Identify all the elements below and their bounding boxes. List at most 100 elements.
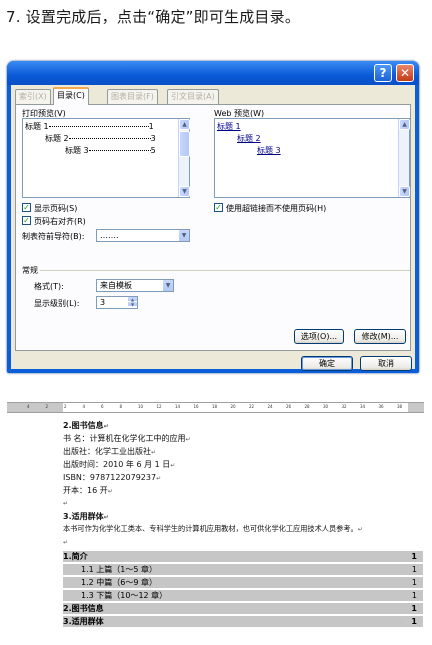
ruler-tick: 10 [138,404,144,409]
toc-panel: 打印预览(V) 标题 11 标题 23 标题 35 ▲ ▼ Web 预览(W) [15,104,411,351]
dialog-body: 索引(X) 目录(C) 图表目录(F) 引文目录(A) 打印预览(V) 标题 1… [11,85,415,371]
watermark-logo: ⊕ [403,618,412,629]
toc-entry[interactable]: 1.2 中篇（6～9 章） 1 [63,577,423,588]
toc-entry[interactable]: 3.适用群体 1 [63,616,423,627]
ruler-tick: 20 [230,404,236,409]
format-label: 格式(T): [34,282,64,291]
scroll-down-icon[interactable]: ▼ [179,186,190,197]
tab-figure-toc[interactable]: 图表目录(F) [107,89,158,104]
ruler-tick: 14 [175,404,181,409]
use-hyperlinks-label: 使用超链接而不使用页码(H) [226,204,327,213]
web-preview-scrollbar[interactable]: ▲ ▼ [398,119,410,197]
print-preview-box[interactable]: 标题 11 标题 23 标题 35 ▲ ▼ [22,118,190,198]
toc-entry-page: 1 [411,604,417,613]
ruler-tick: 8 [119,404,123,409]
toc-entry-page: 1 [411,565,417,574]
tab-leader-value: ……. [100,231,119,240]
dialog-titlebar: ? ✕ [7,61,419,85]
ruler-tick: 4 [82,404,86,409]
print-preview-scrollbar[interactable]: ▲ ▼ [178,119,190,197]
audience-text: 本书可作为化学化工类本、专科学生的计算机应用教材，也可供化学化工应用技术人员参考… [63,524,363,533]
web-heading-1[interactable]: 标题 1 [217,121,241,132]
ruler-tick: 32 [341,404,347,409]
preview-heading-2: 标题 23 [45,134,156,143]
toc-entry[interactable]: 1.简介 1 [63,551,423,562]
toc-entry-page: 1 [411,617,417,626]
format-select[interactable]: 来自模板 ▼ [96,279,174,292]
toc-entry[interactable]: 2.图书信息 1 [63,603,423,614]
cancel-button[interactable]: 取消 [360,356,412,371]
scroll-up-icon[interactable]: ▲ [399,119,410,130]
tab-toc[interactable]: 目录(C) [53,87,89,105]
toc-dialog: ? ✕ 索引(X) 目录(C) 图表目录(F) 引文目录(A) 打印预览(V) … [7,61,419,373]
tab-leader-label: 制表符前导符(B): [22,232,85,241]
ruler-tick: 38 [397,404,403,409]
right-align-checkbox[interactable]: ✓ [22,216,31,225]
book-info-heading: 2.图书信息↵ [63,421,109,430]
toc-entry[interactable]: 1.1 上篇（1～5 章） 1 [63,564,423,575]
book-title-line: 书 名：计算机在化学化工中的应用↵ [63,434,191,443]
empty-line: ↵ [63,500,69,507]
tab-index[interactable]: 索引(X) [15,89,51,104]
levels-value: 3 [100,298,106,307]
ruler-tick: 6 [101,404,104,409]
toc-entry-page: 1 [411,552,417,561]
tab-leader-select[interactable]: ……. ▼ [96,229,190,242]
use-hyperlinks-checkbox[interactable]: ✓ [214,203,223,212]
ruler-tick: 30 [323,404,329,409]
empty-line: ↵ [63,539,69,546]
levels-spinner[interactable]: 3 ▲ ▼ [96,296,138,309]
chevron-down-icon[interactable]: ▼ [162,280,173,291]
web-preview-box[interactable]: 标题 1 标题 2 标题 3 ▲ ▼ [214,118,410,198]
ruler-tick: 22 [249,404,255,409]
scroll-up-icon[interactable]: ▲ [179,119,190,130]
ok-button[interactable]: 确定 [301,356,353,371]
ruler-tick: 2 [64,404,67,409]
horizontal-ruler[interactable]: 4 2 2 4 6 8 10 12 14 16 18 20 22 24 26 28 30 32 34 36 38 [7,402,424,413]
general-group-title: 常规 [22,266,38,275]
audience-heading: 3.适用群体↵ [63,512,109,521]
toc-entry-text: 3.适用群体 [63,617,104,626]
help-icon[interactable]: ? [374,64,392,82]
toc-entry-text: 1.3 下篇（10～12 章） [81,591,168,600]
pub-date-line: 出版时间：2010 年 6 月 1 日↵ [63,460,176,469]
options-button[interactable]: 选项(O)... [294,329,344,344]
scroll-down-icon[interactable]: ▼ [399,186,410,197]
tab-citation-toc[interactable]: 引文目录(A) [167,89,219,104]
general-group-divider [40,270,410,271]
spinner-arrows-icon[interactable]: ▲ ▼ [128,297,137,308]
ruler-tick: 2 [45,404,49,409]
ruler-tick: 12 [156,404,162,409]
toc-entry-text: 2.图书信息 [63,604,104,613]
show-page-numbers-label: 显示页码(S) [34,204,78,213]
modify-button[interactable]: 修改(M)... [354,329,406,344]
ruler-tick: 24 [267,404,273,409]
chevron-down-icon[interactable]: ▼ [178,230,189,241]
document-view: 4 2 2 4 6 8 10 12 14 16 18 20 22 24 26 28 30 32 34 36 38 2.图… [7,395,424,635]
scroll-thumb[interactable] [179,131,190,157]
format-value: 来自模板 [100,281,132,290]
right-align-label: 页码右对齐(R) [34,217,86,226]
toc-entry-text: 1.1 上篇（1～5 章） [81,565,157,574]
ruler-tick: 28 [304,404,310,409]
toc-entry-page: 1 [411,578,417,587]
isbn-line: ISBN：9787122079237↵ [63,473,162,482]
toc-entry[interactable]: 1.3 下篇（10～12 章） 1 [63,590,423,601]
web-heading-2[interactable]: 标题 2 [237,133,261,144]
ruler-tick: 36 [378,404,384,409]
toc-entry-text: 1.简介 [63,552,88,561]
ruler-tick: 26 [286,404,292,409]
preview-heading-3: 标题 35 [65,146,156,155]
levels-label: 显示级别(L): [34,299,80,308]
format-line: 开本：16 开↵ [63,486,113,495]
ruler-tick: 34 [360,404,366,409]
ruler-tick: 18 [212,404,218,409]
web-heading-3[interactable]: 标题 3 [257,145,281,156]
ruler-tick: 16 [193,404,199,409]
step-title: 7. 设置完成后，点击“确定”即可生成目录。 [6,8,301,26]
ruler-tick: 4 [27,404,30,409]
show-page-numbers-checkbox[interactable]: ✓ [22,203,31,212]
close-icon[interactable]: ✕ [396,64,414,82]
preview-heading-1: 标题 11 [25,122,154,131]
toc-entry-text: 1.2 中篇（6～9 章） [81,578,157,587]
